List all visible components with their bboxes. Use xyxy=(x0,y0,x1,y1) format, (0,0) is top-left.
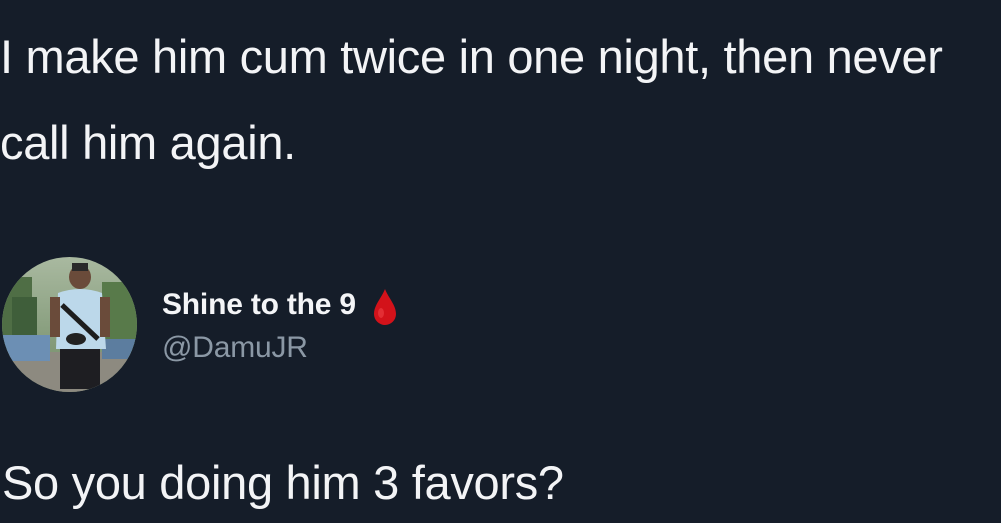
avatar[interactable] xyxy=(2,257,137,392)
author-names: Shine to the 9 @DamuJR xyxy=(162,255,400,390)
display-name-row: Shine to the 9 xyxy=(162,281,400,329)
user-handle[interactable]: @DamuJR xyxy=(162,331,400,365)
reply-author[interactable]: Shine to the 9 @DamuJR xyxy=(2,257,400,392)
quoted-tweet-text: I make him cum twice in one night, then … xyxy=(0,30,943,169)
drop-of-blood-icon xyxy=(370,287,400,327)
profile-photo-avatar xyxy=(2,257,137,392)
display-name[interactable]: Shine to the 9 xyxy=(162,288,356,322)
tweet-screenshot: I make him cum twice in one night, then … xyxy=(0,0,1001,523)
reply-tweet-text: So you doing him 3 favors? xyxy=(2,456,564,509)
